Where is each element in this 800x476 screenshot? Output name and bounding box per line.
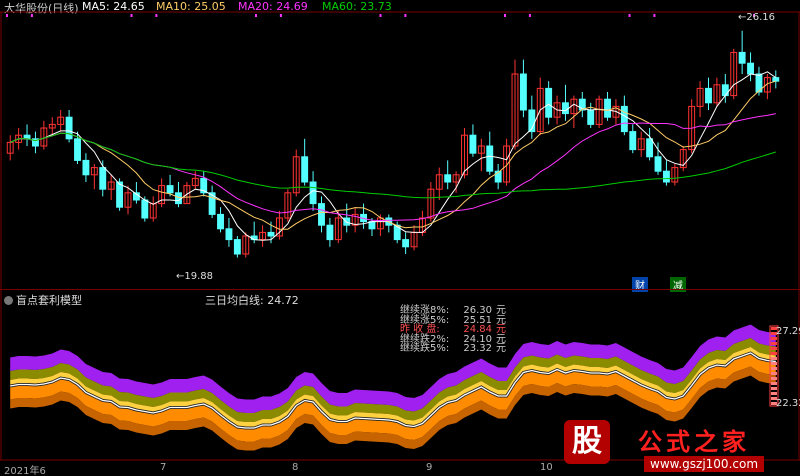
candle-body [519,73,527,111]
candle-body [116,181,124,208]
candle-body [646,138,654,158]
candle-body [738,51,746,64]
target-price-table: 继续涨8%: 26.30 元 继续涨5%: 25.51 元 昨 收 盘: 24.84 元 继… [400,306,506,354]
scale-tick [771,357,777,360]
row-down-5: 继续跌5%: 23.32 元 [400,343,506,354]
scale-high-label: 27.29 [776,326,800,337]
date-jul: 7 [160,462,167,473]
scale-tick [771,382,777,385]
scale-tick [771,347,777,350]
candle-body [82,159,90,176]
candle-body [65,116,73,140]
indicator-title[interactable]: 盲点套利模型 [4,292,82,308]
event-marker [528,14,531,17]
candle-body [23,134,31,140]
gu-logo-icon: 股 [564,420,610,464]
candle-body [99,167,107,190]
scale-tick [771,387,777,390]
event-marker [279,14,282,17]
scale-tick [771,337,777,340]
candle-body [301,156,309,183]
candle-body [166,185,174,194]
candle-body [747,62,754,75]
event-marker [379,14,382,17]
candle-body [141,199,149,219]
event-marker [130,14,133,17]
date-jun: 2021年6 [4,466,46,476]
candle-body [562,102,569,115]
panel-divider [0,289,800,290]
candle-body [662,170,670,183]
candle-body [318,203,325,226]
candle-body [654,156,662,172]
candle-body [772,77,780,82]
candle-body [604,98,611,118]
event-marker [628,14,631,17]
candle-body [486,145,494,172]
scale-tick [771,362,777,365]
date-oct: 10 [540,462,553,473]
kline-chart [0,11,800,461]
event-marker [504,14,506,17]
candle-body [175,192,182,205]
scale-tick [771,352,777,355]
watermark-title: 公式之家 [638,428,750,456]
event-marker [404,14,407,17]
watermark-logo: 股 公式之家 www.gszj100.com [560,420,800,476]
candle-body [368,221,376,230]
candle-body [225,228,233,241]
date-sep: 9 [426,462,433,473]
date-aug: 8 [292,462,299,473]
scale-tick [771,377,777,380]
candle-body [233,239,241,255]
chart-window: { "colors":{"bg":"#000000","grid":"#7a00… [0,0,800,476]
candle-body [545,87,553,118]
watermark-url: www.gszj100.com [644,456,765,472]
scale-tick [771,342,777,345]
event-marker [30,14,33,17]
scale-tick [771,372,777,375]
candle-body [587,109,595,125]
candle-body [705,87,712,104]
event-marker [653,14,656,17]
candle-body [74,138,81,161]
scale-tick [771,392,777,395]
event-marker [155,14,158,17]
candle-body [326,224,334,241]
low-price-label: ←19.88 [176,271,214,282]
settings-icon[interactable] [4,296,13,305]
candle-body [620,105,628,133]
candle-body [444,174,452,183]
avg-white-line-label: 三日均白线: 24.72 [205,294,299,307]
candle-body [402,239,410,248]
candle-body [469,134,477,154]
high-price-label: ←26.16 [738,12,776,23]
candle-body [267,231,275,237]
candle-body [629,131,637,151]
scale-tick [771,367,777,370]
event-marker [6,14,8,17]
event-marker [255,14,257,17]
candle-body [217,213,224,230]
ma5-line [10,71,777,241]
candle-body [721,84,729,97]
candle-body [343,217,351,226]
scale-low-label: 22.32 [776,398,800,409]
